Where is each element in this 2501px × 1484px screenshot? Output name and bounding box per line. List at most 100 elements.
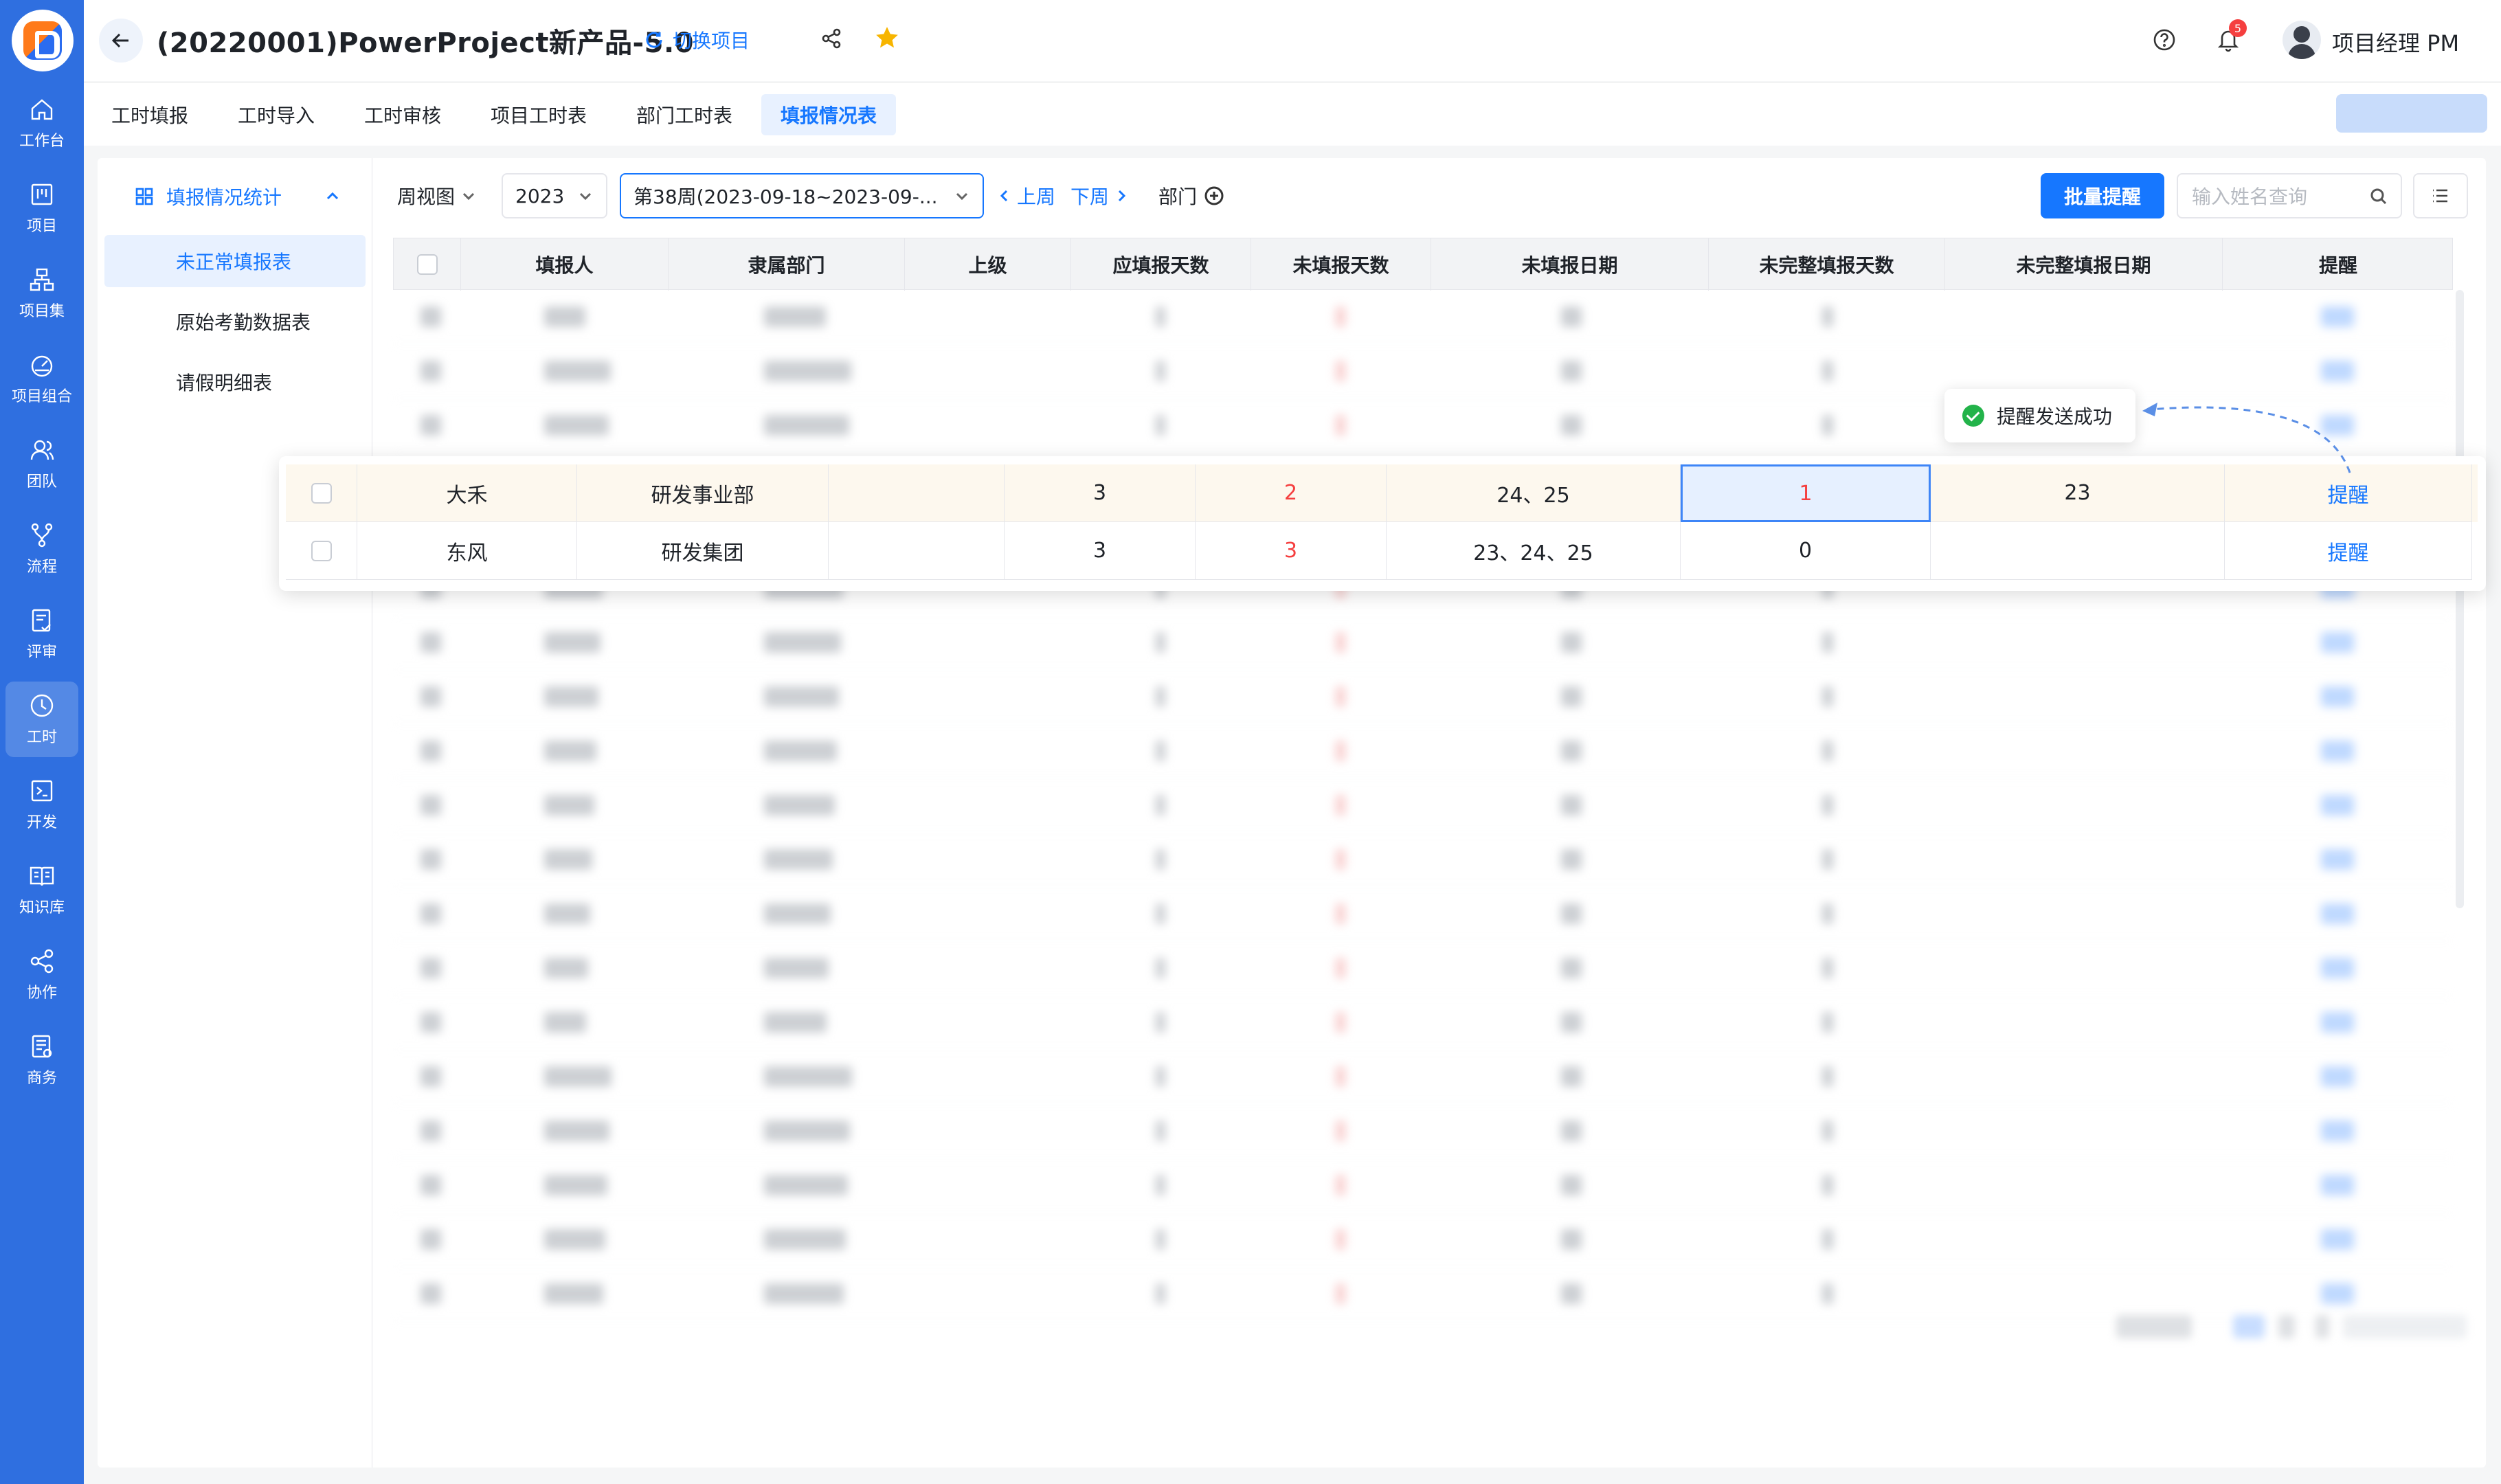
blurred-cell <box>1156 361 1165 381</box>
blurred-cell <box>1822 686 1833 707</box>
report-nav: 填报情况统计 未正常填报表 原始考勤数据表 请假明细表 <box>98 158 372 1468</box>
nav-item-attendance-raw[interactable]: 原始考勤数据表 <box>104 295 366 348</box>
row-checkbox[interactable] <box>311 540 332 561</box>
table-row <box>393 724 2453 778</box>
blurred-cell <box>420 1229 441 1250</box>
user-name[interactable]: 项目经理 PM <box>2332 26 2459 58</box>
blurred-cell <box>544 1066 612 1087</box>
app-logo[interactable] <box>12 10 74 71</box>
table-row <box>393 887 2453 941</box>
column-settings-button[interactable] <box>2413 173 2468 218</box>
tabs-action-button[interactable] <box>2336 94 2487 133</box>
switch-project-button[interactable]: 切换项目 <box>644 26 750 54</box>
sidebar-item-worktime[interactable]: 工时 <box>5 682 78 757</box>
share-icon <box>30 949 54 974</box>
nav-item-leave-detail[interactable]: 请假明细表 <box>104 356 366 408</box>
cell-superior <box>829 464 1005 522</box>
tab-worktime-audit[interactable]: 工时审核 <box>345 94 460 135</box>
blurred-cell <box>1336 741 1345 761</box>
blurred-cell <box>1822 795 1833 816</box>
blurred-cell <box>1561 1229 1582 1250</box>
next-week-button[interactable]: 下周 <box>1070 173 1130 218</box>
blurred-cell <box>2321 306 2354 327</box>
col-incomplete-dates[interactable]: 未完整填报日期 <box>1945 238 2223 291</box>
sidebar-item-flow[interactable]: 流程 <box>0 511 84 587</box>
col-reporter[interactable]: 填报人 <box>461 238 669 291</box>
tab-fill-status[interactable]: 填报情况表 <box>761 94 897 135</box>
cell-incomplete-days[interactable]: 1 <box>1681 464 1931 522</box>
col-missing-dates[interactable]: 未填报日期 <box>1431 238 1709 291</box>
share-button[interactable] <box>820 27 842 52</box>
batch-remind-button[interactable]: 批量提醒 <box>2041 173 2164 218</box>
prev-week-button[interactable]: 上周 <box>996 173 1055 218</box>
blurred-cell <box>1561 632 1582 653</box>
report-group-header[interactable]: 填报情况统计 <box>135 183 282 210</box>
sidebar-item-workbench[interactable]: 工作台 <box>0 85 84 161</box>
sidebar-item-collab[interactable]: 协作 <box>0 937 84 1013</box>
blurred-cell <box>544 632 601 653</box>
pagination <box>2116 1309 2474 1344</box>
cell-dept: 研发集团 <box>577 522 829 580</box>
sidebar-item-portfolio[interactable]: 项目组合 <box>0 341 84 416</box>
blurred-cell <box>2321 958 2354 978</box>
clock-icon <box>30 694 54 717</box>
blurred-cell <box>1561 903 1582 924</box>
name-search-input[interactable] <box>2192 184 2357 209</box>
remind-link[interactable]: 提醒 <box>2225 522 2472 580</box>
blurred-cell <box>764 415 849 436</box>
question-circle-icon <box>2153 29 2175 51</box>
nav-item-abnormal-report[interactable]: 未正常填报表 <box>104 235 366 287</box>
tab-dept-worktime[interactable]: 部门工时表 <box>617 94 752 135</box>
row-checkbox[interactable] <box>311 482 332 504</box>
blurred-cell <box>1561 795 1582 816</box>
tab-worktime-fill[interactable]: 工时填报 <box>92 94 208 135</box>
top-header: (20220001)PowerProject新产品-5.0 切换项目 5 项目经… <box>84 0 2501 81</box>
sidebar-item-project[interactable]: 项目 <box>0 170 84 246</box>
sidebar-item-program[interactable]: 项目集 <box>0 256 84 331</box>
blurred-cell <box>1336 795 1345 816</box>
table-scrollbar[interactable] <box>2456 290 2464 908</box>
col-should-days[interactable]: 应填报天数 <box>1071 238 1251 291</box>
col-dept[interactable]: 隶属部门 <box>669 238 905 291</box>
table-row <box>393 941 2453 996</box>
user-avatar[interactable] <box>2283 21 2321 59</box>
table-row <box>393 344 2453 398</box>
cell-incomplete-days: 0 <box>1681 522 1931 580</box>
table-row <box>393 1213 2453 1267</box>
blurred-cell <box>1156 1066 1165 1087</box>
back-button[interactable] <box>99 19 143 63</box>
dept-filter[interactable]: 部门 <box>1158 173 1224 218</box>
chevron-up-icon[interactable] <box>324 188 341 207</box>
sidebar-item-dev[interactable]: 开发 <box>0 767 84 842</box>
help-button[interactable] <box>2152 27 2177 55</box>
cell-superior <box>829 522 1005 580</box>
year-select[interactable]: 2023 <box>502 173 607 218</box>
table-row <box>393 616 2453 670</box>
col-superior[interactable]: 上级 <box>905 238 1071 291</box>
col-missing-days[interactable]: 未填报天数 <box>1251 238 1431 291</box>
view-mode-dropdown[interactable]: 周视图 <box>397 173 477 218</box>
table-row <box>393 1104 2453 1158</box>
tab-project-worktime[interactable]: 项目工时表 <box>471 94 606 135</box>
select-all-checkbox[interactable] <box>416 254 438 275</box>
blurred-cell <box>420 686 441 707</box>
search-icon[interactable] <box>2369 187 2388 206</box>
sidebar-item-business[interactable]: 商务 <box>0 1022 84 1098</box>
sidebar-item-team[interactable]: 团队 <box>0 426 84 502</box>
table-row <box>393 1050 2453 1104</box>
week-select[interactable]: 第38周(2023-09-18~2023-09-... <box>620 173 984 218</box>
favorite-button[interactable] <box>874 25 900 54</box>
col-remind[interactable]: 提醒 <box>2223 238 2454 291</box>
blurred-cell <box>1156 1283 1165 1304</box>
sidebar: 工作台 项目 项目集 项目组合 团队 流程 评审 工时 开发 知识库 协作 商务 <box>0 0 84 1484</box>
sidebar-item-knowledge[interactable]: 知识库 <box>0 852 84 928</box>
blurred-cell <box>544 741 596 761</box>
col-incomplete-days[interactable]: 未完整填报天数 <box>1709 238 1945 291</box>
tab-worktime-import[interactable]: 工时导入 <box>218 94 334 135</box>
sidebar-item-review[interactable]: 评审 <box>0 596 84 672</box>
chevron-left-icon <box>1000 190 1008 202</box>
blurred-cell <box>1336 1175 1345 1195</box>
blurred-cell <box>1822 1066 1833 1087</box>
blurred-cell <box>1822 361 1833 381</box>
table-header: 填报人 隶属部门 上级 应填报天数 未填报天数 未填报日期 未完整填报天数 未完… <box>393 238 2454 291</box>
